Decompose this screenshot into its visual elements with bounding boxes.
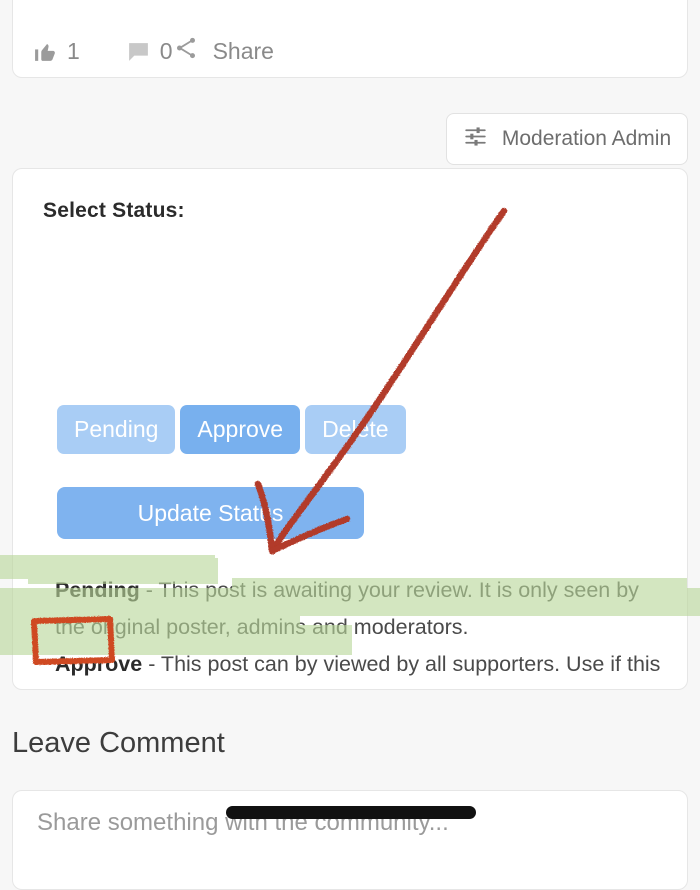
status-button-pending[interactable]: Pending [57,405,176,454]
update-status-button[interactable]: Update Status [57,487,364,539]
like-button[interactable]: 1 [33,38,80,65]
status-button-delete[interactable]: Delete [305,405,406,454]
post-actions-left-group: 1 0 [33,38,173,65]
select-status-label: Select Status: [43,199,185,222]
post-actions-row: 1 0 Share [13,23,687,79]
sliders-icon [463,124,488,155]
like-count: 1 [67,37,80,64]
post-actions-card: 1 0 Share [12,0,688,78]
description-approve: Approve - This post can by viewed by all… [55,652,661,689]
redaction-bar [226,806,476,819]
comment-input-card[interactable] [12,790,688,890]
status-descriptions: Pending - This post is awaiting your rev… [55,572,669,689]
moderation-admin-button[interactable]: Moderation Admin [446,113,688,165]
description-text-approve: - This post can by viewed by all support… [148,652,661,676]
description-text-pending: - This post is awaiting your review. It … [55,578,639,639]
page-root: 1 0 Share Moderation Admin Select Status… [0,0,700,890]
description-term-pending: Pending [55,578,140,602]
comment-count-button[interactable]: 0 [126,38,173,65]
comment-count: 0 [159,37,173,64]
status-button-group: Pending Approve Delete [57,405,406,454]
leave-comment-heading: Leave Comment [12,727,225,759]
share-button[interactable]: Share [173,35,274,67]
description-term-approve: Approve [55,652,143,676]
share-icon [173,35,199,67]
moderation-panel: Select Status: Pending Approve Delete Up… [12,168,688,690]
description-pending: Pending - This post is awaiting your rev… [55,578,639,639]
share-label: Share [212,37,274,64]
moderation-admin-label: Moderation Admin [501,127,672,150]
status-button-approve[interactable]: Approve [180,405,301,454]
thumbs-up-icon [33,39,58,64]
comment-bubble-icon [126,39,151,64]
